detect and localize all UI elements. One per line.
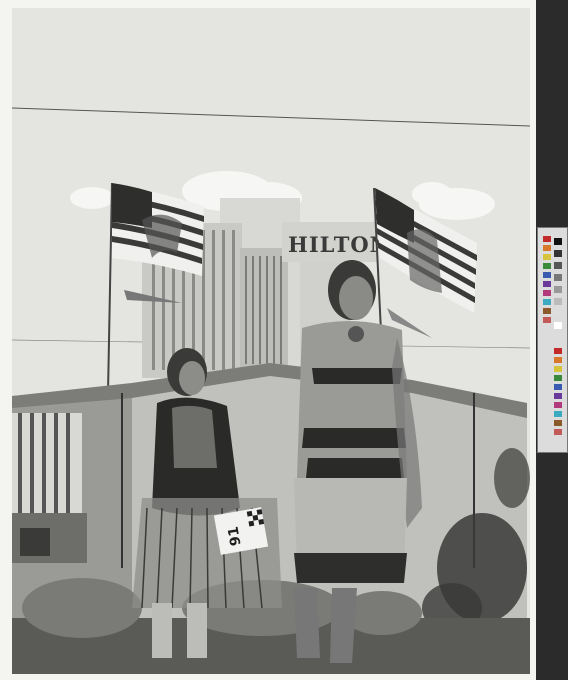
- gray-swatch: [554, 322, 562, 329]
- gray-swatch: [554, 238, 562, 245]
- color-swatch: [543, 281, 551, 287]
- color-swatch: [554, 420, 562, 426]
- color-swatch: [554, 429, 562, 435]
- medallion: [348, 326, 364, 342]
- bib-number: 91: [225, 525, 244, 547]
- gray-swatch: [554, 274, 562, 281]
- color-swatch: [543, 317, 551, 323]
- gray-swatch: [554, 262, 562, 269]
- color-swatch: [554, 375, 562, 381]
- color-swatch: [554, 348, 562, 354]
- color-swatch: [543, 263, 551, 269]
- photograph: HILTON 91: [12, 8, 530, 674]
- color-swatch: [543, 299, 551, 305]
- striped-booth: [12, 413, 87, 563]
- color-swatch: [543, 254, 551, 260]
- gray-swatch: [554, 250, 562, 257]
- color-swatch: [554, 357, 562, 363]
- color-swatch: [543, 308, 551, 314]
- color-swatch: [543, 272, 551, 278]
- color-calibration-chart: [537, 227, 568, 453]
- color-swatch: [543, 245, 551, 251]
- hilton-sign-text: HILTON: [288, 232, 390, 257]
- gray-swatch: [554, 310, 562, 317]
- color-swatch: [554, 402, 562, 408]
- color-swatch: [554, 393, 562, 399]
- color-swatch: [554, 366, 562, 372]
- gray-swatch: [554, 298, 562, 305]
- color-swatch: [554, 411, 562, 417]
- boot-left: [294, 588, 320, 658]
- color-swatch: [554, 384, 562, 390]
- color-swatch: [543, 236, 551, 242]
- color-swatch: [543, 290, 551, 296]
- gray-swatch: [554, 286, 562, 293]
